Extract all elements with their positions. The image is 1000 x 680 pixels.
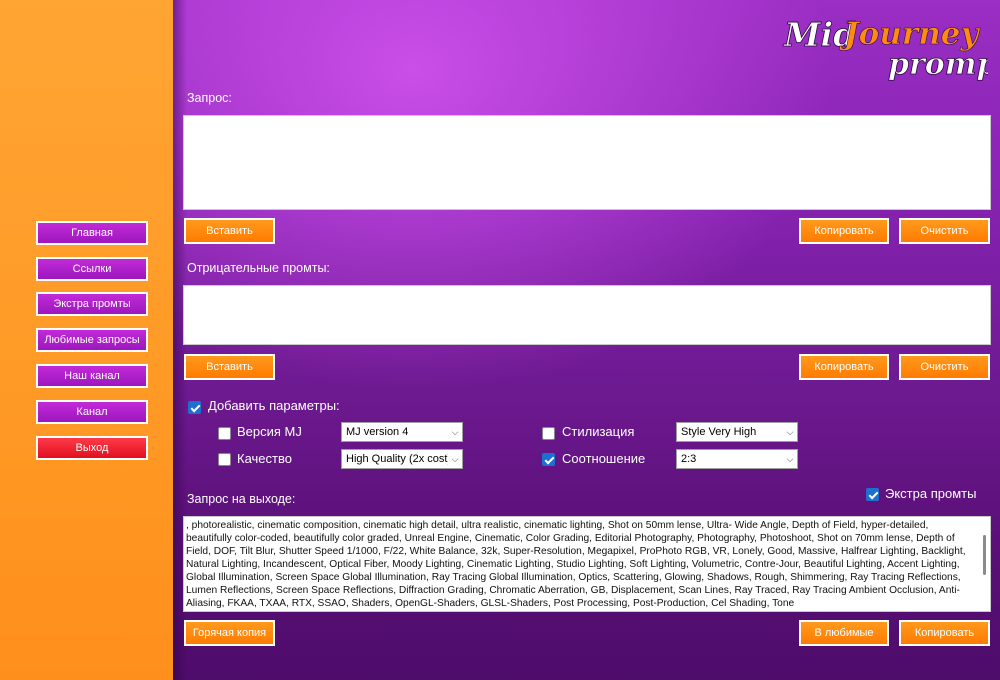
- negative-label: Отрицательные промты:: [187, 261, 330, 275]
- nav-button-favorite-queries[interactable]: Любимые запросы: [36, 328, 148, 352]
- stylize-select[interactable]: Style Very High ⌵: [676, 422, 798, 442]
- add-to-favorites-button[interactable]: В любимые: [799, 620, 889, 646]
- stylize-label: Стилизация: [562, 424, 635, 439]
- stylize-select-value: Style Very High: [681, 426, 757, 438]
- output-textarea[interactable]: , photorealistic, cinematic composition,…: [183, 516, 991, 612]
- query-clear-button[interactable]: Очистить: [899, 218, 990, 244]
- nav-button-home[interactable]: Главная: [36, 221, 148, 245]
- quality-select-value: High Quality (2x cost): [346, 453, 448, 465]
- add-params-label: Добавить параметры:: [208, 398, 340, 413]
- nav-button-links[interactable]: Ссылки: [36, 257, 148, 281]
- add-params-checkbox[interactable]: [188, 401, 201, 414]
- stylize-checkbox[interactable]: [542, 427, 555, 440]
- output-scrollbar[interactable]: [982, 521, 988, 609]
- nav-button-our-channel[interactable]: Наш канал: [36, 364, 148, 388]
- output-copy-button[interactable]: Копировать: [899, 620, 990, 646]
- query-paste-button[interactable]: Вставить: [184, 218, 275, 244]
- quality-checkbox[interactable]: [218, 453, 231, 466]
- extra-prompts-checkbox[interactable]: [866, 488, 879, 501]
- aspect-select-value: 2:3: [681, 453, 697, 465]
- output-text: , photorealistic, cinematic composition,…: [186, 520, 966, 609]
- chevron-down-icon: ⌵: [451, 453, 459, 464]
- query-label: Запрос:: [187, 91, 232, 105]
- negative-paste-button[interactable]: Вставить: [184, 354, 275, 380]
- nav-button-exit[interactable]: Выход: [36, 436, 148, 460]
- scrollbar-thumb[interactable]: [983, 535, 986, 575]
- query-textarea[interactable]: [183, 115, 991, 210]
- query-copy-button[interactable]: Копировать: [799, 218, 889, 244]
- hot-copy-button[interactable]: Горячая копия: [184, 620, 275, 646]
- nav-button-channel[interactable]: Канал: [36, 400, 148, 424]
- nav-button-extra-prompts[interactable]: Экстра промты: [36, 292, 148, 316]
- extra-prompts-label: Экстра промты: [885, 486, 977, 501]
- quality-select[interactable]: High Quality (2x cost) ⌵: [341, 449, 463, 469]
- aspect-label: Соотношение: [562, 451, 646, 466]
- logo: Mid Journey prompt: [783, 15, 988, 82]
- aspect-select[interactable]: 2:3 ⌵: [676, 449, 798, 469]
- version-select-value: MJ version 4: [346, 426, 409, 438]
- negative-clear-button[interactable]: Очистить: [899, 354, 990, 380]
- chevron-down-icon: ⌵: [451, 426, 459, 437]
- quality-label: Качество: [237, 451, 292, 466]
- negative-copy-button[interactable]: Копировать: [799, 354, 889, 380]
- version-checkbox[interactable]: [218, 427, 231, 440]
- version-label: Версия MJ: [237, 424, 302, 439]
- output-label: Запрос на выходе:: [187, 492, 296, 506]
- aspect-checkbox[interactable]: [542, 453, 555, 466]
- chevron-down-icon: ⌵: [786, 453, 794, 464]
- chevron-down-icon: ⌵: [786, 426, 794, 437]
- negative-textarea[interactable]: [183, 285, 991, 345]
- version-select[interactable]: MJ version 4 ⌵: [341, 422, 463, 442]
- logo-text-prompt: prompt: [888, 47, 988, 82]
